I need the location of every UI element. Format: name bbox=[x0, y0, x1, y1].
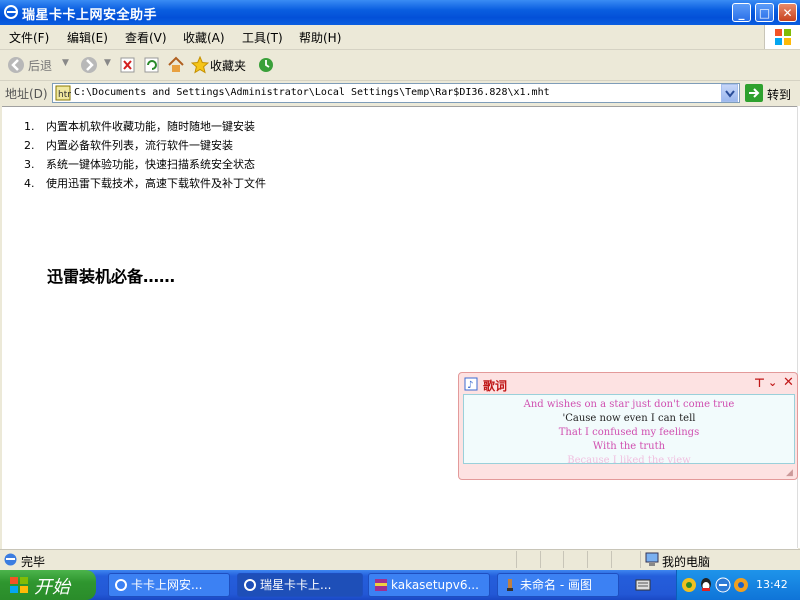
lyric-line: 'Cause now even I can tell bbox=[562, 413, 696, 424]
list-item: 1. 内置本机软件收藏功能，随时随地一键安装 bbox=[24, 120, 255, 133]
address-label: 地址(D) bbox=[5, 87, 48, 101]
menu-edit[interactable]: 编辑(E) bbox=[67, 29, 108, 46]
go-label[interactable]: 转到 bbox=[767, 86, 791, 103]
clock[interactable]: 13:42 bbox=[756, 578, 788, 591]
pin-icon[interactable]: ⊤ bbox=[754, 376, 765, 390]
lyrics-title: 歌词 bbox=[483, 379, 508, 393]
windows-flag-icon bbox=[775, 29, 791, 45]
page-heading: 迅雷装机必备…… bbox=[47, 267, 176, 286]
list-item: 3. 系统一键体验功能，快速扫描系统安全状态 bbox=[24, 158, 255, 171]
address-dropdown-button[interactable] bbox=[721, 84, 738, 102]
ie-icon bbox=[244, 579, 256, 591]
forward-dropdown-icon[interactable]: ▼ bbox=[104, 58, 111, 68]
favorites-icon[interactable] bbox=[191, 56, 209, 74]
task-button[interactable]: 卡卡上网安... bbox=[108, 573, 230, 597]
maximize-button[interactable]: □ bbox=[755, 3, 774, 22]
svg-text:♪: ♪ bbox=[467, 380, 473, 391]
windows-flag-icon bbox=[10, 577, 28, 593]
task-button-active[interactable]: 瑞星卡卡上... bbox=[237, 573, 363, 597]
my-computer-icon bbox=[645, 552, 659, 566]
status-divider bbox=[516, 551, 517, 568]
windows-logo bbox=[764, 25, 800, 49]
menu-file[interactable]: 文件(F) bbox=[9, 29, 49, 46]
stop-icon[interactable] bbox=[120, 57, 135, 73]
lyric-line: That I confused my feelings bbox=[558, 427, 700, 438]
close-icon[interactable]: ✕ bbox=[783, 375, 794, 390]
keyboard-icon[interactable] bbox=[635, 578, 651, 592]
lyric-line: And wishes on a star just don't come tru… bbox=[523, 399, 735, 410]
status-divider bbox=[587, 551, 588, 568]
task-button[interactable]: kakasetupv6... bbox=[368, 573, 490, 597]
qq-tray-icon[interactable] bbox=[698, 577, 714, 593]
refresh-icon[interactable] bbox=[144, 57, 159, 73]
ie-icon bbox=[4, 5, 18, 19]
status-divider bbox=[640, 551, 641, 568]
options-icon[interactable]: ⌄ bbox=[768, 376, 777, 389]
home-icon[interactable] bbox=[167, 56, 185, 74]
resize-grip-icon[interactable]: ◢ bbox=[786, 468, 793, 478]
list-item: 4. 使用迅雷下载技术，高速下载软件及补丁文件 bbox=[24, 177, 266, 190]
status-divider bbox=[611, 551, 612, 568]
menu-favorites[interactable]: 收藏(A) bbox=[183, 29, 225, 46]
paint-icon bbox=[507, 579, 513, 591]
title-bar[interactable]: 瑞星卡卡上网安全助手 bbox=[0, 0, 800, 25]
favorites-button[interactable]: 收藏夹 bbox=[210, 57, 246, 74]
archive-icon bbox=[375, 579, 387, 591]
page-status-icon bbox=[4, 553, 17, 566]
status-divider bbox=[563, 551, 564, 568]
security-tray-icon[interactable] bbox=[733, 577, 749, 593]
back-dropdown-icon[interactable]: ▼ bbox=[62, 58, 69, 68]
network-tray-icon[interactable] bbox=[715, 577, 731, 593]
back-icon[interactable] bbox=[7, 56, 25, 74]
minimize-button[interactable]: _ bbox=[732, 3, 751, 22]
start-button[interactable]: 开始 bbox=[0, 570, 96, 600]
svg-text:htm: htm bbox=[58, 90, 71, 100]
kaka-tray-icon[interactable] bbox=[681, 577, 697, 593]
page-icon: htm bbox=[55, 85, 71, 101]
lyric-line: With the truth bbox=[592, 441, 666, 452]
go-arrow-icon bbox=[749, 88, 760, 98]
close-button[interactable]: ✕ bbox=[778, 3, 797, 22]
history-icon[interactable] bbox=[257, 56, 275, 74]
status-text: 完毕 bbox=[21, 555, 46, 569]
back-button[interactable]: 后退 bbox=[28, 57, 52, 74]
menu-bar bbox=[0, 25, 800, 50]
start-label: 开始 bbox=[34, 577, 70, 598]
address-value[interactable]: C:\Documents and Settings\Administrator\… bbox=[74, 87, 550, 98]
window-title: 瑞星卡卡上网安全助手 bbox=[22, 8, 158, 23]
menu-view[interactable]: 查看(V) bbox=[125, 29, 167, 46]
lyrics-app-icon: ♪ bbox=[464, 377, 478, 391]
zone-text: 我的电脑 bbox=[662, 555, 711, 569]
ie-icon bbox=[115, 579, 127, 591]
chevron-down-icon bbox=[725, 90, 735, 98]
task-button[interactable]: 未命名 - 画图 bbox=[497, 573, 619, 597]
lyric-line: Because I liked the view bbox=[567, 455, 691, 463]
list-item: 2. 内置必备软件列表，流行软件一键安装 bbox=[24, 139, 233, 152]
page-content bbox=[2, 106, 798, 549]
forward-icon[interactable] bbox=[80, 56, 98, 74]
menu-help[interactable]: 帮助(H) bbox=[299, 29, 341, 46]
status-divider bbox=[540, 551, 541, 568]
go-button[interactable] bbox=[745, 84, 763, 102]
menu-tools[interactable]: 工具(T) bbox=[242, 29, 283, 46]
